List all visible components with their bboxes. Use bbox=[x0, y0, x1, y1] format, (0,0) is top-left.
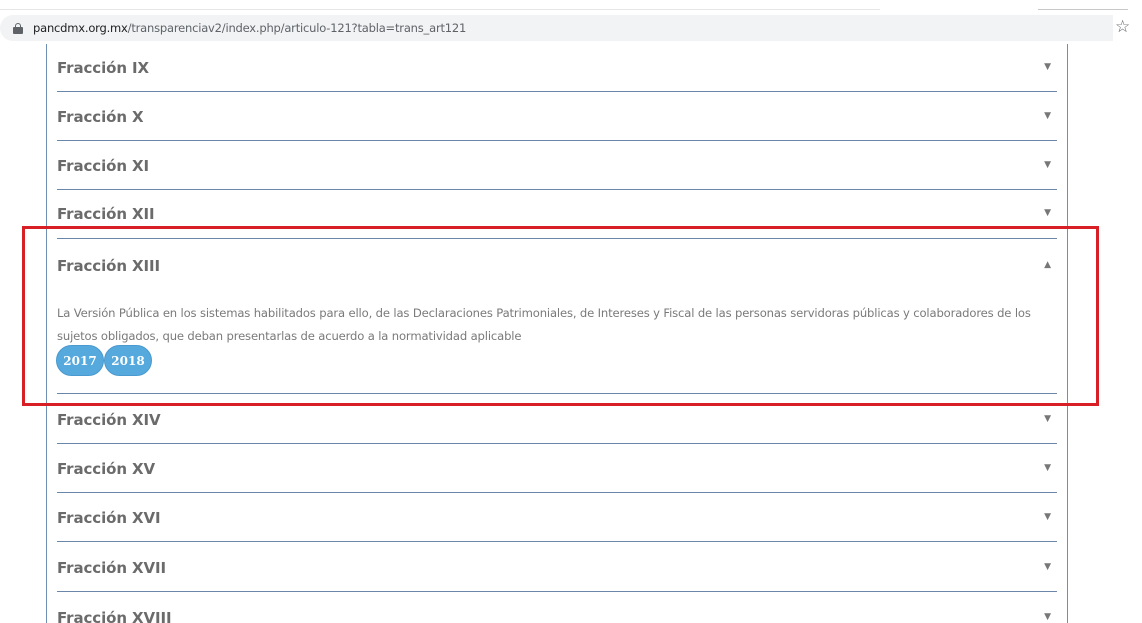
accordion-item-xvii[interactable]: Fracción XVII ▼ bbox=[57, 542, 1057, 592]
highlight-box bbox=[22, 226, 1099, 406]
accordion-title: Fracción XII bbox=[57, 205, 155, 223]
accordion-item-xi[interactable]: Fracción XI ▼ bbox=[57, 141, 1057, 190]
chevron-down-icon[interactable]: ▼ bbox=[1044, 512, 1051, 522]
chevron-down-icon[interactable]: ▼ bbox=[1044, 160, 1051, 170]
url-host: pancdmx.org.mx bbox=[33, 21, 128, 35]
chevron-down-icon[interactable]: ▼ bbox=[1044, 414, 1051, 424]
accordion-item-x[interactable]: Fracción X ▼ bbox=[57, 92, 1057, 141]
accordion-title: Fracción XVII bbox=[57, 559, 166, 577]
accordion-title: Fracción XI bbox=[57, 157, 149, 175]
accordion-title: Fracción XVIII bbox=[57, 609, 172, 623]
chevron-down-icon[interactable]: ▼ bbox=[1044, 612, 1051, 622]
accordion-item-xviii[interactable]: Fracción XVIII ▼ bbox=[57, 592, 1057, 623]
chevron-down-icon[interactable]: ▼ bbox=[1044, 62, 1051, 72]
accordion-item-xv[interactable]: Fracción XV ▼ bbox=[57, 444, 1057, 493]
chevron-down-icon[interactable]: ▼ bbox=[1044, 463, 1051, 473]
tab-strip-right bbox=[1038, 0, 1128, 10]
star-icon[interactable]: ☆ bbox=[1115, 17, 1130, 37]
accordion-title: Fracción XVI bbox=[57, 509, 161, 527]
url-path: /transparenciav2/index.php/articulo-121?… bbox=[127, 21, 467, 35]
chevron-down-icon[interactable]: ▼ bbox=[1044, 111, 1051, 121]
accordion-title: Fracción IX bbox=[57, 59, 149, 77]
accordion-item-xvi[interactable]: Fracción XVI ▼ bbox=[57, 493, 1057, 542]
chevron-down-icon[interactable]: ▼ bbox=[1044, 562, 1051, 572]
accordion-title: Fracción XIV bbox=[57, 411, 161, 429]
accordion-title: Fracción X bbox=[57, 108, 144, 126]
tab-strip bbox=[0, 0, 880, 10]
accordion-title: Fracción XV bbox=[57, 460, 156, 478]
accordion-item-ix[interactable]: Fracción IX ▼ bbox=[57, 44, 1057, 92]
address-bar[interactable]: pancdmx.org.mx/transparenciav2/index.php… bbox=[0, 15, 1113, 41]
lock-icon[interactable] bbox=[13, 22, 23, 34]
chevron-down-icon[interactable]: ▼ bbox=[1044, 208, 1051, 218]
url-text: pancdmx.org.mx/transparenciav2/index.php… bbox=[33, 21, 466, 35]
